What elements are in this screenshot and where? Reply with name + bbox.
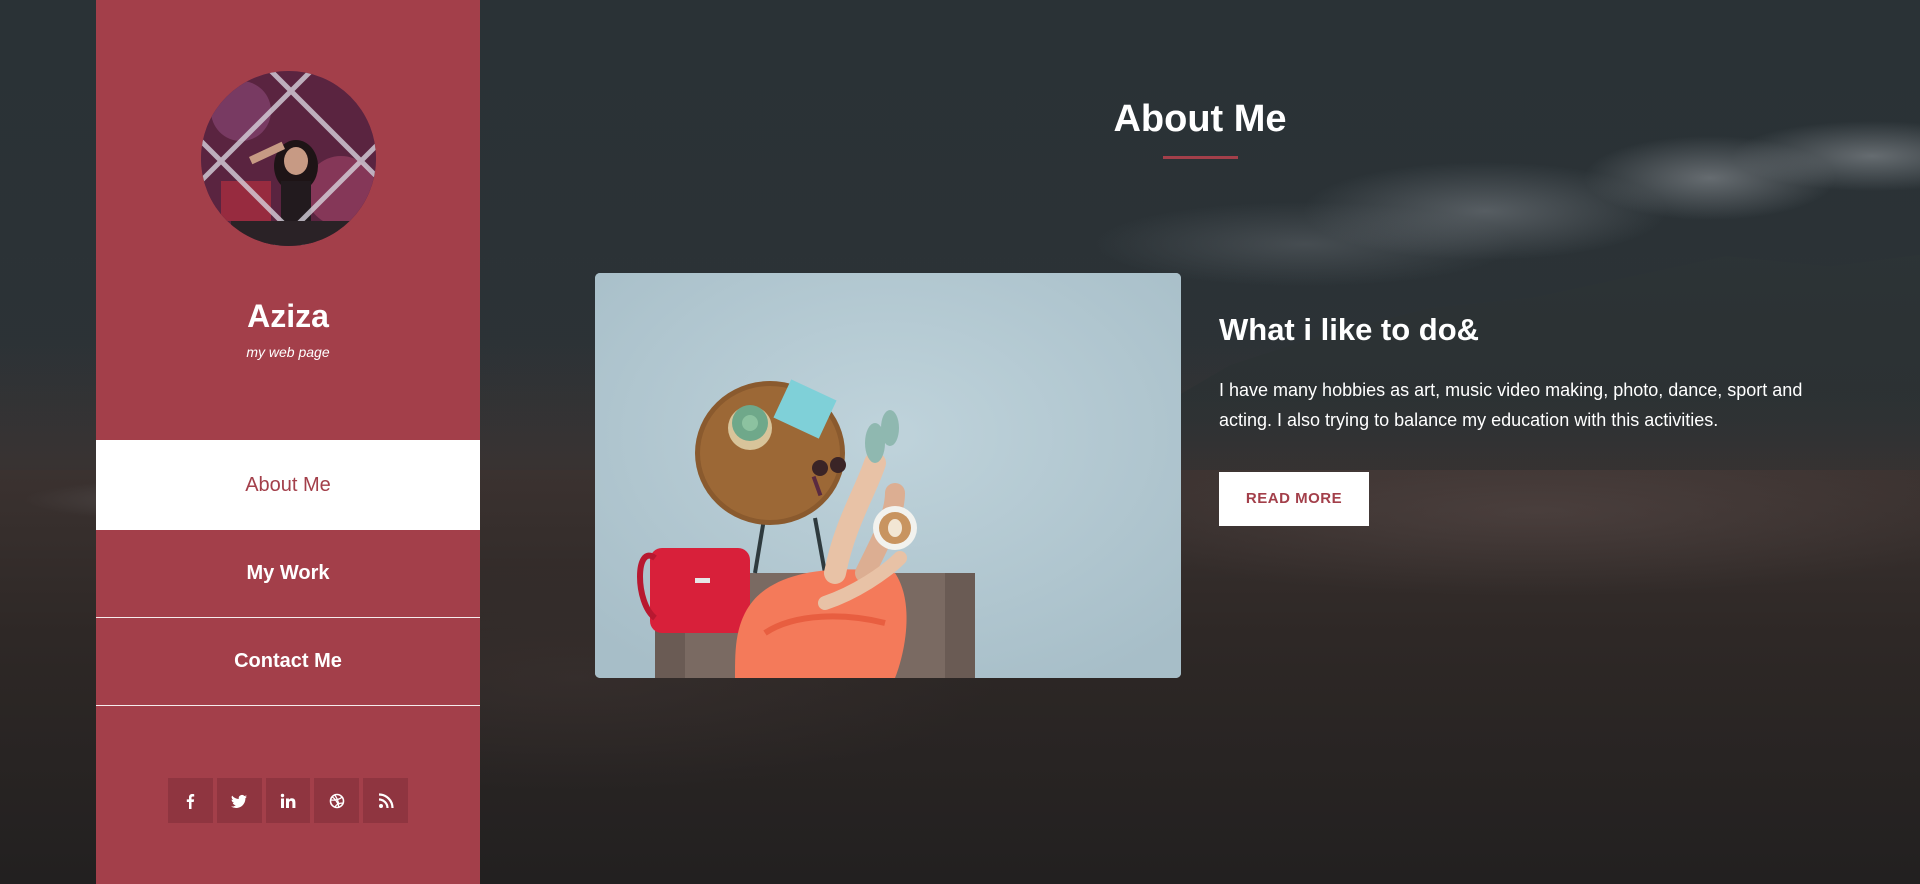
nav-item-my-work[interactable]: My Work: [96, 530, 480, 618]
page-title: About Me: [1113, 98, 1287, 140]
nav-item-contact-me[interactable]: Contact Me: [96, 618, 480, 706]
feature-photo: [595, 273, 1181, 678]
facebook-button[interactable]: [168, 778, 213, 823]
read-more-button[interactable]: READ MORE: [1219, 472, 1369, 526]
sidebar-nav: About Me My Work Contact Me: [96, 440, 480, 706]
nav-item-about-me[interactable]: About Me: [96, 440, 480, 530]
social-links: [168, 778, 408, 824]
facebook-icon: [187, 793, 195, 809]
feature-image: [595, 273, 1181, 678]
rss-icon: [378, 792, 394, 808]
feature-text: I have many hobbies as art, music video …: [1219, 380, 1803, 430]
dribbble-icon: [329, 793, 345, 808]
feature-heading: What i like to do&: [1219, 312, 1480, 347]
site-name: Aziza: [247, 298, 329, 334]
linkedin-button[interactable]: [265, 778, 311, 823]
sidebar: Aziza my web page About Me My Work Conta…: [96, 0, 480, 884]
site-tagline: my web page: [246, 344, 330, 360]
avatar: [201, 71, 376, 246]
twitter-button[interactable]: [216, 778, 262, 823]
avatar-photo: [201, 71, 376, 246]
rss-button[interactable]: [363, 778, 408, 823]
twitter-icon: [231, 794, 248, 808]
dribbble-button[interactable]: [314, 778, 360, 823]
linkedin-icon: [280, 793, 296, 808]
page: Aziza my web page About Me My Work Conta…: [0, 0, 1920, 884]
title-divider: [1163, 156, 1238, 159]
